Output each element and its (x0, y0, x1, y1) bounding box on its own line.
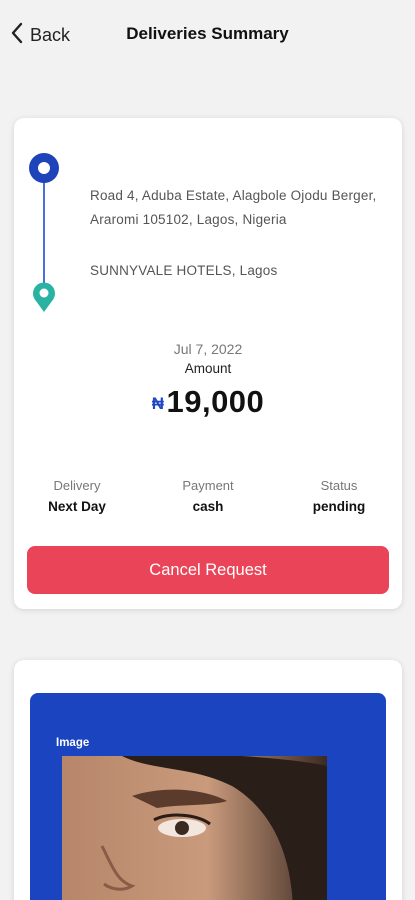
status-info: Status pending (279, 478, 399, 514)
amount-label: Amount (184, 361, 232, 376)
amount: ₦19,000 (14, 384, 402, 420)
delivery-summary-card: Road 4, Aduba Estate, Alagbole Ojodu Ber… (14, 118, 402, 609)
image-card: Image (14, 660, 402, 900)
pickup-address: Road 4, Aduba Estate, Alagbole Ojodu Ber… (90, 188, 377, 227)
details-row: Delivery Next Day Payment cash Status pe… (14, 478, 402, 518)
delivery-date: Jul 7, 2022 (173, 341, 243, 357)
status-label: Status (320, 478, 358, 493)
image-panel: Image (30, 693, 386, 900)
currency-symbol: ₦ (151, 394, 165, 413)
origin-pin-icon (29, 153, 59, 183)
status-value: pending (312, 499, 366, 514)
delivery-info: Delivery Next Day (17, 478, 137, 514)
image-label: Image (56, 737, 90, 749)
destination-pin-icon (31, 281, 57, 313)
route: Road 4, Aduba Estate, Alagbole Ojodu Ber… (14, 118, 402, 318)
payment-label: Payment (182, 478, 234, 493)
delivery-value: Next Day (48, 499, 106, 514)
payment-info: Payment cash (148, 478, 268, 514)
payment-value: cash (192, 499, 224, 514)
screen: Back Deliveries Summary Road 4, Aduba Es… (0, 0, 415, 900)
route-line (43, 173, 45, 293)
dropoff-address: SUNNYVALE HOTELS, Lagos (90, 263, 278, 278)
amount-value: 19,000 (166, 384, 265, 419)
profile-photo (62, 756, 327, 900)
header: Back Deliveries Summary (0, 0, 415, 70)
delivery-label: Delivery (53, 478, 101, 493)
cancel-request-button[interactable]: Cancel Request (27, 546, 389, 594)
page-title: Deliveries Summary (126, 24, 289, 43)
